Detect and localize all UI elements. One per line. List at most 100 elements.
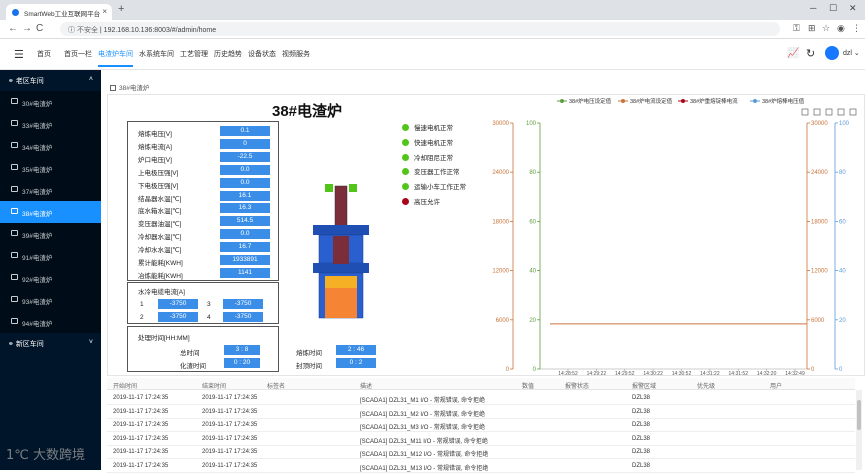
- y-tick-label: 80: [839, 170, 846, 176]
- total-time-label: 总时间: [180, 350, 200, 357]
- chart-icon[interactable]: 📈: [787, 48, 799, 59]
- sidebar-item-37[interactable]: 37#电渣炉: [0, 179, 101, 201]
- table-cell: [SCADA1] DZL31_M11 I/O - 常规错误, 命令拒绝: [360, 438, 488, 445]
- favicon-icon: [12, 9, 19, 16]
- user-name[interactable]: dzl ⌄: [843, 49, 860, 57]
- table-row[interactable]: 2019-11-17 17:24:35 2019-11-17 17:24:35 [S…: [107, 432, 855, 446]
- forward-icon[interactable]: →: [22, 23, 32, 34]
- column-header[interactable]: 数值: [522, 381, 534, 390]
- url-input[interactable]: ⓘ 不安全 | 192.168.10.136:8003/#/admin/home: [60, 22, 780, 36]
- y-tick-label: 100: [839, 121, 850, 127]
- reading-row: 冷却水水温[℃] 16.7: [138, 242, 278, 255]
- sidebar-item-39[interactable]: 39#电渣炉: [0, 223, 101, 245]
- nav-esr-workshop[interactable]: 电渣炉车间: [98, 49, 133, 67]
- table-scrollbar[interactable]: [856, 390, 862, 470]
- nav-history[interactable]: 历史趋势: [214, 49, 242, 59]
- sidebar-item-91[interactable]: 91#电渣炉: [0, 245, 101, 267]
- sidebar-item-94[interactable]: 94#电渣炉: [0, 311, 101, 333]
- sidebar-item-38[interactable]: 38#电渣炉: [0, 201, 101, 223]
- column-header[interactable]: 优先级: [697, 381, 715, 390]
- reading-label: 熔炼电压[V]: [138, 131, 172, 138]
- sidebar-item-34[interactable]: 34#电渣炉: [0, 135, 101, 157]
- table-row[interactable]: 2019-11-17 17:24:35 2019-11-17 17:24:35 [S…: [107, 405, 855, 419]
- save-image-icon[interactable]: [849, 108, 857, 116]
- nav-equipment[interactable]: 设备状态: [248, 49, 276, 59]
- sidebar-item-93[interactable]: 93#电渣炉: [0, 289, 101, 311]
- close-window-icon[interactable]: ✕: [849, 3, 857, 14]
- reading-label: 累计能耗[KWH]: [138, 260, 183, 267]
- column-header[interactable]: 报警区域: [632, 381, 656, 390]
- menu-toggle-icon[interactable]: ☰: [14, 48, 24, 61]
- reading-value: 0.0: [220, 177, 270, 188]
- slag-time-label: 化渣时间: [180, 363, 206, 370]
- minimize-icon[interactable]: ─: [810, 3, 816, 13]
- profile-icon[interactable]: ◉: [837, 23, 845, 34]
- x-tick-label: 14:30:52: [672, 371, 692, 376]
- table-row[interactable]: 2019-11-17 17:24:35 2019-11-17 17:24:35 [S…: [107, 445, 855, 459]
- column-header[interactable]: 描述: [360, 381, 372, 390]
- sidebar-item-92[interactable]: 92#电渣炉: [0, 267, 101, 289]
- monitor-icon: [11, 120, 18, 126]
- column-header[interactable]: 报警状态: [565, 381, 589, 390]
- restore-icon[interactable]: [837, 108, 845, 116]
- y-tick-label: 18000: [492, 219, 509, 225]
- table-row[interactable]: 2019-11-17 17:24:35 2019-11-17 17:24:35 [S…: [107, 418, 855, 432]
- nav-water-workshop[interactable]: 水系统车间: [139, 49, 174, 59]
- reading-label: 上电极压强[V]: [138, 169, 179, 177]
- column-header[interactable]: 标签名: [267, 381, 285, 390]
- table-cell: [SCADA1] DZL31_M1 I/O - 常规错误, 命令拒绝: [360, 398, 486, 404]
- y-tick-label: 18000: [811, 219, 828, 225]
- zoom-reset-icon[interactable]: [813, 108, 821, 116]
- sidebar-item-33[interactable]: 33#电渣炉: [0, 113, 101, 135]
- x-tick-label: 14:32:20: [757, 371, 777, 376]
- translate-icon[interactable]: ⊞: [808, 23, 816, 34]
- furnace-upper-flange: [313, 225, 369, 235]
- reading-label: 熔炼电流[A]: [138, 143, 172, 151]
- reading-row: 冷却器水温[℃] 0.0: [138, 229, 278, 242]
- sidebar-item-35[interactable]: 35#电渣炉: [0, 157, 101, 179]
- zoom-icon[interactable]: [801, 108, 809, 116]
- reading-row: 下电极压强[V] 0.0: [138, 177, 278, 191]
- nav-home[interactable]: 首页: [37, 49, 51, 59]
- cable-index-4: 4: [207, 314, 211, 321]
- reload-icon[interactable]: C: [36, 23, 43, 34]
- avatar[interactable]: [825, 46, 839, 60]
- menu-dots-icon[interactable]: ⋮: [852, 23, 861, 34]
- table-cell: 2019-11-17 17:24:35: [202, 422, 258, 428]
- monitor-icon: [11, 186, 18, 192]
- column-header[interactable]: 开始时间: [113, 381, 137, 390]
- column-header[interactable]: 用户: [770, 381, 782, 390]
- new-tab-button[interactable]: +: [118, 3, 124, 15]
- trend-chart: 3000024000180001200060000100806040200300…: [492, 97, 857, 376]
- reading-label: 冶炼能耗[KWH]: [138, 272, 183, 280]
- close-tab-icon[interactable]: ×: [102, 7, 107, 16]
- maximize-icon[interactable]: ☐: [829, 3, 837, 14]
- status-item: 冷却阻尼正常: [402, 152, 453, 162]
- key-icon[interactable]: ⚿: [793, 23, 800, 34]
- status-item: 变压器工作正常: [402, 166, 460, 176]
- table-row[interactable]: 2019-11-17 17:24:35 2019-11-17 17:24:35 [S…: [107, 391, 855, 405]
- table-scrollbar-thumb[interactable]: [857, 400, 861, 430]
- back-icon[interactable]: ←: [8, 23, 18, 34]
- nav-video[interactable]: 视频服务: [282, 49, 310, 59]
- y-tick-label: 20: [839, 318, 846, 324]
- sidebar-group-old[interactable]: ⚭ 老区车间 ˄: [0, 70, 101, 90]
- y-tick-label: 30000: [811, 121, 828, 127]
- nav-process[interactable]: 工艺管理: [180, 49, 208, 59]
- reading-label: 冷却水水温[℃]: [138, 247, 182, 255]
- reading-value: 514.5: [220, 216, 270, 227]
- reading-row: 底水箱水温[℃] 16.3: [138, 203, 278, 216]
- browser-tab[interactable]: SmartWeb工业互联网平台 ×: [6, 4, 112, 20]
- sidebar-group-new[interactable]: ⚭ 新区车间 ˅: [0, 333, 101, 353]
- refresh-icon[interactable]: ↻: [806, 47, 815, 60]
- melt-time-label: 熔炼时间: [296, 350, 322, 357]
- table-row[interactable]: 2019-11-17 17:24:35 2019-11-17 17:24:35 [S…: [107, 459, 855, 473]
- star-icon[interactable]: ☆: [822, 23, 830, 34]
- breadcrumb[interactable]: 38#电渣炉: [110, 82, 149, 92]
- nav-home-overview[interactable]: 首页一栏: [64, 49, 92, 59]
- sidebar-item-30[interactable]: 30#电渣炉: [0, 91, 101, 113]
- table-cell: 2019-11-17 17:24:35: [113, 395, 169, 401]
- data-view-icon[interactable]: [825, 108, 833, 116]
- column-header[interactable]: 结束时间: [202, 381, 226, 390]
- ingot: [325, 288, 357, 318]
